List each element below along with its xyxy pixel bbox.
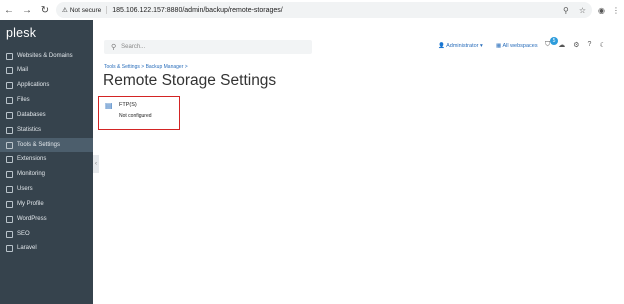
settings-icon[interactable]: ⚙ <box>573 41 579 49</box>
storage-status: Not configured <box>119 113 152 119</box>
forward-icon[interactable]: → <box>18 0 36 20</box>
warning-icon: ⚠ <box>62 7 68 14</box>
breadcrumb-tools-settings[interactable]: Tools & Settings <box>104 64 140 70</box>
tools-icon <box>6 141 13 149</box>
sidebar-item-seo[interactable]: SEO <box>0 227 93 241</box>
sidebar-item-extensions[interactable]: Extensions <box>0 152 93 166</box>
notification-badge: 5 <box>550 37 558 45</box>
server-icon: ▦ <box>496 43 502 49</box>
globe-icon <box>6 52 13 60</box>
sidebar-item-mail[interactable]: Mail <box>0 63 93 77</box>
address-bar[interactable]: ⚠ Not secure 185.106.122.157:8880/admin/… <box>56 2 592 18</box>
chart-icon <box>6 126 13 134</box>
back-icon[interactable]: ← <box>0 0 18 20</box>
zoom-icon[interactable]: ⚲ <box>563 6 569 15</box>
menu-icon[interactable]: ⋮ <box>612 6 620 15</box>
chevron-down-icon: ▾ <box>480 43 483 49</box>
sidebar-item-users[interactable]: Users <box>0 182 93 196</box>
header: ⚲ Search... 👤 Administrator ▾ ▦ All webs… <box>98 36 622 56</box>
help-icon[interactable]: ? <box>588 41 592 49</box>
sidebar-item-tools-settings[interactable]: Tools & Settings <box>0 138 93 152</box>
bookmark-star-icon[interactable]: ☆ <box>579 6 586 15</box>
security-indicator[interactable]: ⚠ Not secure <box>62 6 108 14</box>
sidebar-collapse-toggle[interactable]: ‹ <box>93 155 99 173</box>
sidebar-item-my-profile[interactable]: My Profile <box>0 197 93 211</box>
administrator-menu[interactable]: 👤 Administrator ▾ <box>438 43 483 49</box>
storage-name[interactable]: FTP(S) <box>119 102 137 108</box>
profile-icon <box>6 200 13 208</box>
url-text[interactable]: 185.106.122.157:8880/admin/backup/remote… <box>112 7 282 14</box>
breadcrumb-backup-manager[interactable]: Backup Manager <box>146 64 184 70</box>
sidebar-item-databases[interactable]: Databases <box>0 108 93 122</box>
mail-icon <box>6 66 13 74</box>
laravel-icon <box>6 244 13 252</box>
profile-icon[interactable]: ◉ <box>598 6 605 15</box>
plesk-logo[interactable]: plesk <box>6 26 36 40</box>
database-icon <box>6 111 13 119</box>
breadcrumb: Tools & Settings > Backup Manager > <box>104 64 188 70</box>
browser-toolbar: ← → ↻ ⚠ Not secure 185.106.122.157:8880/… <box>0 0 624 20</box>
seo-icon <box>6 230 13 238</box>
folder-icon <box>6 96 13 104</box>
sidebar-item-websites-domains[interactable]: Websites & Domains <box>0 49 93 63</box>
monitor-icon <box>6 170 13 178</box>
extensions-icon <box>6 155 13 163</box>
search-icon: ⚲ <box>111 44 117 51</box>
apps-icon <box>6 81 13 89</box>
storage-item-ftp[interactable]: ▤ FTP(S) Not configured <box>98 96 180 130</box>
search-input[interactable]: ⚲ Search... <box>104 40 312 54</box>
sidebar-item-wordpress[interactable]: WordPress <box>0 212 93 226</box>
sidebar-item-statistics[interactable]: Statistics <box>0 123 93 137</box>
sidebar-item-laravel[interactable]: Laravel <box>0 241 93 255</box>
sidebar-item-monitoring[interactable]: Monitoring <box>0 167 93 181</box>
chevron-left-icon: ‹ <box>95 161 97 167</box>
webspaces-menu[interactable]: ▦ All webspaces <box>496 43 538 49</box>
users-icon <box>6 185 13 193</box>
sidebar-item-applications[interactable]: Applications <box>0 78 93 92</box>
wordpress-icon <box>6 215 13 223</box>
sidebar-item-files[interactable]: Files <box>0 93 93 107</box>
sidebar: plesk Websites & Domains Mail Applicatio… <box>0 20 93 304</box>
theme-toggle-icon[interactable]: ☾ <box>599 41 605 49</box>
cloud-icon[interactable]: ☁ <box>558 41 565 49</box>
reload-icon[interactable]: ↻ <box>36 0 54 20</box>
ftp-server-icon: ▤ <box>105 101 113 110</box>
page-title: Remote Storage Settings <box>103 72 277 89</box>
user-icon: 👤 <box>438 43 445 49</box>
